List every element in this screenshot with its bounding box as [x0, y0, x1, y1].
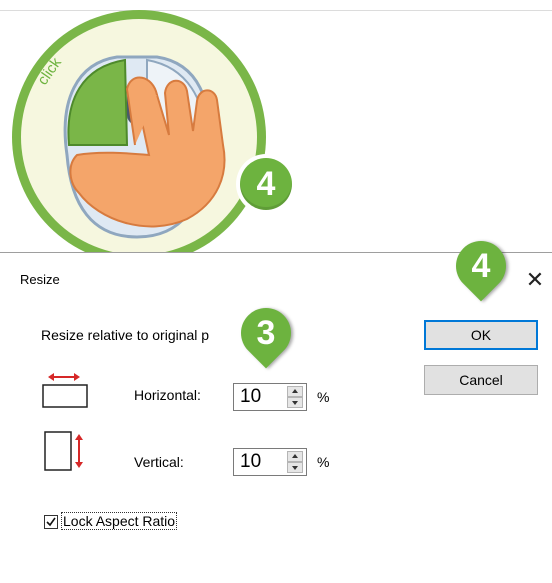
vertical-down-button[interactable]: [287, 462, 303, 473]
horizontal-resize-icon: [42, 373, 90, 414]
step-callout-input: 3: [230, 297, 302, 369]
ok-button[interactable]: OK: [424, 320, 538, 350]
checkmark-icon: [46, 517, 56, 527]
horizontal-input[interactable]: [236, 385, 292, 409]
horizontal-down-button[interactable]: [287, 397, 303, 408]
close-button[interactable]: ✕: [520, 263, 550, 297]
step-callout-ok: 4: [445, 230, 517, 302]
step-number: 3: [256, 314, 276, 352]
instruction-text: Resize relative to original p: [41, 327, 210, 343]
vertical-label: Vertical:: [134, 454, 184, 470]
vertical-unit: %: [317, 454, 330, 470]
step-number: 4: [240, 158, 292, 210]
vertical-spinner[interactable]: [233, 448, 307, 476]
vertical-resize-icon: [44, 431, 92, 478]
horizontal-unit: %: [317, 389, 330, 405]
vertical-up-button[interactable]: [287, 451, 303, 462]
resize-dialog: Resize ✕ Resize relative to original p O…: [0, 252, 552, 583]
horizontal-label: Horizontal:: [134, 387, 201, 403]
dialog-title: Resize: [20, 272, 60, 287]
step-number: 4: [471, 247, 491, 285]
horizontal-up-button[interactable]: [287, 386, 303, 397]
lock-aspect-label[interactable]: Lock Aspect Ratio: [60, 512, 178, 530]
cancel-button[interactable]: Cancel: [424, 365, 538, 395]
horizontal-spinner[interactable]: [233, 383, 307, 411]
vertical-input[interactable]: [236, 450, 292, 474]
lock-aspect-checkbox[interactable]: [44, 515, 58, 529]
mouse-click-illustration: click: [7, 5, 271, 269]
mouse-hand-icon: [12, 10, 266, 264]
step-callout-mouse: 4: [236, 154, 296, 214]
